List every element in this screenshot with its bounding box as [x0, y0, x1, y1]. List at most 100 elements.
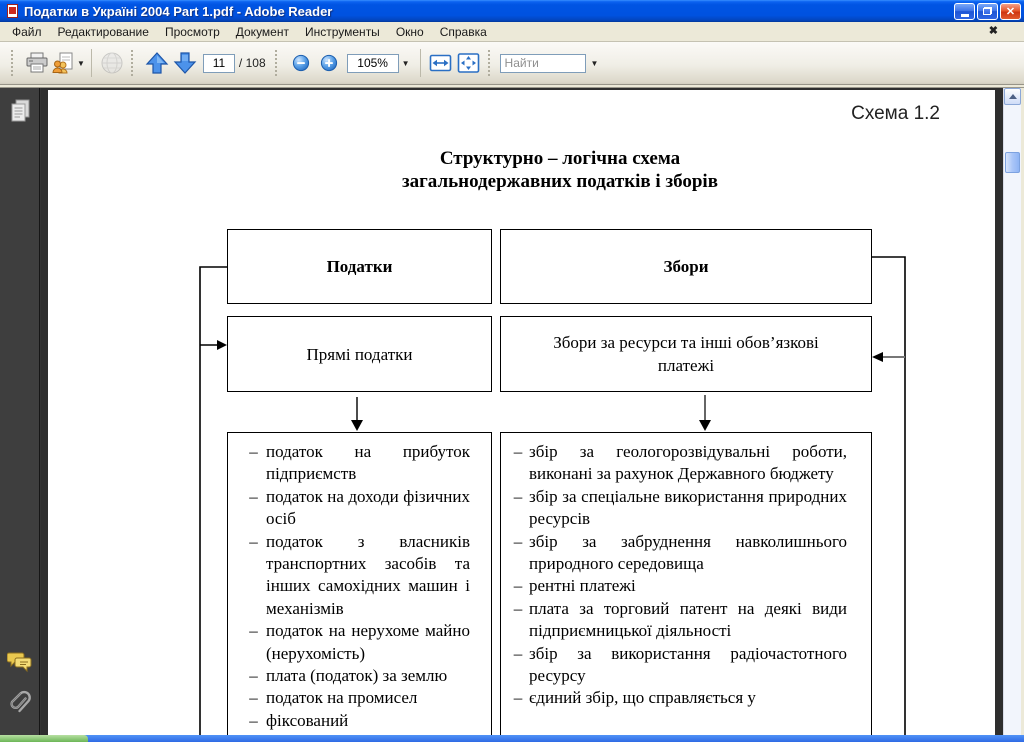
fit-page-button[interactable] — [455, 48, 483, 78]
fit-width-icon — [429, 54, 452, 72]
printer-icon — [26, 52, 48, 73]
pages-panel-button[interactable] — [0, 98, 40, 126]
zoom-dropdown-icon[interactable]: ▼ — [402, 59, 410, 68]
box-taxes: Податки — [227, 229, 492, 304]
globe-icon — [101, 52, 123, 74]
restore-button[interactable] — [977, 2, 998, 20]
menubar: Файл Редактирование Просмотр Документ Ин… — [0, 22, 1024, 42]
find-input[interactable] — [499, 53, 586, 73]
comments-panel-button[interactable] — [0, 650, 40, 674]
list-item: – податок на нерухоме майно (нерухомість) — [228, 620, 491, 665]
toolbar-grip — [274, 50, 282, 76]
dash-bullet: – — [513, 688, 523, 708]
fit-width-button[interactable] — [427, 48, 455, 78]
vertical-scrollbar[interactable] — [1003, 88, 1021, 735]
list-item: – збір за спеціальне використання природн… — [501, 486, 871, 531]
next-page-button[interactable] — [171, 48, 199, 78]
fees-list-box: – збір за геологорозвідувальні роботи, ви… — [500, 432, 872, 735]
taskbar-strip — [0, 735, 1024, 742]
send-file-icon — [52, 52, 73, 74]
minus-circle-icon — [292, 54, 309, 72]
list-item: – фіксований — [228, 710, 491, 732]
menu-file[interactable]: Файл — [4, 23, 50, 41]
close-button[interactable]: ✕ — [1000, 2, 1021, 20]
list-item: – збір за геологорозвідувальні роботи, ви… — [501, 441, 871, 486]
toolbar-grip — [487, 50, 495, 76]
list-item: – податок на прибуток підприємств — [228, 441, 491, 486]
dash-bullet: – — [513, 643, 523, 663]
list-item: – плата (податок) за землю — [228, 665, 491, 687]
toolbar-grip — [130, 50, 138, 76]
schema-label: Схема 1.2 — [851, 103, 940, 124]
minimize-icon — [960, 13, 969, 17]
list-item: – єдиний збір, що справляється у — [501, 687, 871, 709]
start-button-fragment[interactable] — [0, 735, 88, 742]
list-item: – плата за торговий патент на деякі види … — [501, 598, 871, 643]
zoom-in-button[interactable] — [315, 48, 343, 78]
toolbar-separator — [419, 49, 421, 77]
dash-bullet: – — [513, 598, 523, 618]
toolbar-separator — [90, 49, 92, 77]
scroll-up-icon — [1008, 94, 1017, 99]
dash-bullet: – — [249, 442, 258, 461]
menu-edit[interactable]: Редактирование — [50, 23, 157, 41]
find-dropdown-icon[interactable]: ▼ — [591, 59, 599, 68]
email-share-button[interactable]: ▼ — [51, 48, 85, 78]
scroll-up-button[interactable] — [1004, 88, 1021, 105]
arrow-down-icon — [173, 52, 197, 74]
adobe-reader-window: Податки в Україні 2004 Part 1.pdf - Adob… — [0, 0, 1024, 742]
fees-list: – збір за геологорозвідувальні роботи, ви… — [501, 433, 871, 710]
direct-taxes-list: – податок на прибуток підприємств – подато… — [228, 433, 491, 732]
zoom-level-input[interactable] — [346, 53, 399, 73]
menu-tools[interactable]: Инструменты — [297, 23, 388, 41]
window-title: Податки в Україні 2004 Part 1.pdf - Adob… — [24, 3, 333, 19]
dash-bullet: – — [249, 666, 258, 686]
menu-help[interactable]: Справка — [432, 23, 495, 41]
direct-taxes-list-box: – податок на прибуток підприємств – подато… — [227, 432, 492, 735]
dash-bullet: – — [513, 486, 523, 506]
previous-page-button[interactable] — [143, 48, 171, 78]
list-item: – збір за використання радіочастотного ре… — [501, 643, 871, 688]
minimize-button[interactable] — [954, 2, 975, 20]
collaborate-button-disabled — [98, 48, 126, 78]
scrollbar-thumb[interactable] — [1005, 152, 1020, 173]
comments-icon — [7, 652, 32, 673]
dash-bullet: – — [249, 688, 258, 708]
list-item: – податок на доходи фізичних осіб — [228, 486, 491, 531]
document-title: Структурно – логічна схема загальнодержа… — [360, 147, 760, 193]
dash-bullet: – — [249, 486, 258, 506]
chevron-down-icon: ▼ — [77, 58, 85, 68]
plus-circle-icon — [320, 54, 337, 72]
main-area: Схема 1.2 Структурно – логічна схема заг… — [0, 88, 1024, 735]
box-fees: Збори — [500, 229, 872, 304]
arrow-up-icon — [145, 52, 169, 74]
box-resource-fees: Збори за ресурси та інші обов’язкові пла… — [500, 316, 872, 392]
document-close-icon[interactable]: ✖ — [989, 24, 998, 37]
list-item: – податок з власників транспортних засобі… — [228, 531, 491, 621]
page-total-label: / 108 — [238, 56, 266, 70]
close-icon: ✕ — [1005, 5, 1016, 18]
dash-bullet: – — [249, 710, 258, 730]
toolbar: ▼ / 108 — [0, 42, 1024, 85]
page-number-input[interactable] — [202, 53, 235, 73]
list-item: – рентні платежі — [501, 575, 871, 597]
document-pane: Схема 1.2 Структурно – логічна схема заг… — [41, 88, 1003, 735]
box-direct-taxes: Прямі податки — [227, 316, 492, 392]
dash-bullet: – — [513, 531, 523, 551]
attachments-panel-button[interactable] — [0, 690, 40, 720]
menu-view[interactable]: Просмотр — [157, 23, 228, 41]
restore-icon — [983, 7, 992, 15]
menu-window[interactable]: Окно — [388, 23, 432, 41]
print-button[interactable] — [23, 48, 51, 78]
pages-icon — [11, 99, 30, 122]
dash-bullet: – — [249, 621, 258, 641]
paperclip-icon — [10, 690, 31, 713]
toolbar-grip — [11, 50, 18, 76]
menu-document[interactable]: Документ — [228, 23, 297, 41]
pdf-file-icon — [5, 3, 20, 19]
list-item: – податок на промисел — [228, 687, 491, 709]
pdf-page: Схема 1.2 Структурно – логічна схема заг… — [48, 90, 995, 735]
fit-page-icon — [457, 53, 480, 73]
zoom-out-button[interactable] — [287, 48, 315, 78]
dash-bullet: – — [513, 576, 523, 596]
